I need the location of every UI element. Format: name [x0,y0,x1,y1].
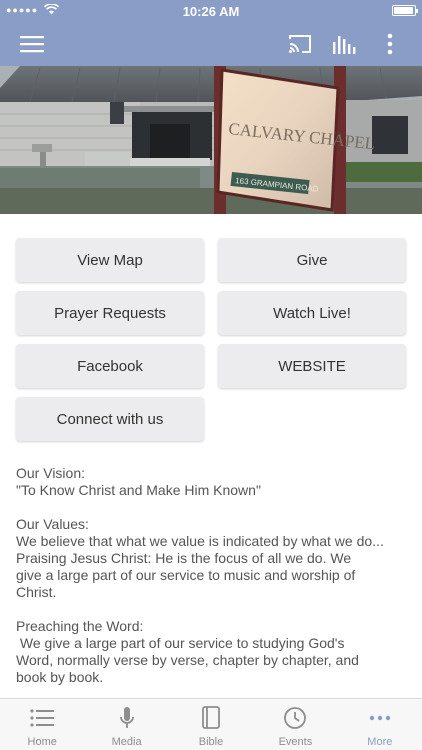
facebook-button[interactable]: Facebook [16,344,204,388]
vision-text: "To Know Christ and Make Him Known" [16,482,261,498]
microphone-icon [119,707,134,728]
view-map-button[interactable]: View Map [16,238,204,282]
list-icon [30,709,55,727]
tab-bible[interactable]: Bible [169,699,253,750]
preaching-line: We give a large part of our service to s… [16,635,345,651]
tab-label: Media [111,736,142,748]
church-photo: CALVARY CHAPEL 163 GRAMPIAN ROAD [0,66,422,214]
tab-bar: Home Media Bible Events More [0,698,422,750]
tab-more[interactable]: More [338,699,422,750]
cast-icon [289,35,311,53]
tab-label: Home [27,736,57,748]
give-button[interactable]: Give [218,238,406,282]
cast-button[interactable] [286,30,314,58]
website-button[interactable]: WEBSITE [218,344,406,388]
clock-icon [284,707,307,729]
values-line: give a large part of our service to musi… [16,567,356,583]
tab-label: More [367,736,393,748]
audio-bars-icon [333,36,356,54]
tab-label: Events [278,736,313,748]
more-vertical-icon [387,33,393,55]
battery-fill [394,7,413,14]
menu-icon [20,36,44,53]
about-text: Our Vision: "To Know Christ and Make Him… [16,465,410,686]
audio-button[interactable] [330,30,358,58]
book-icon [202,706,220,729]
more-horizontal-icon [369,715,391,721]
tab-media[interactable]: Media [84,699,168,750]
values-line: We believe that what we value is indicat… [16,533,384,549]
values-line: Praising Jesus Christ: He is the focus o… [16,550,352,566]
values-heading: Our Values: [16,516,89,532]
vision-heading: Our Vision: [16,465,85,481]
connect-button[interactable]: Connect with us [16,397,204,441]
tab-home[interactable]: Home [0,699,84,750]
battery-icon [392,5,418,16]
preaching-heading: Preaching the Word: [16,618,144,634]
prayer-requests-button[interactable]: Prayer Requests [16,291,204,335]
tab-label: Bible [198,736,224,748]
status-bar: ●●●●● 10:26 AM [0,0,422,22]
nav-bar [0,22,422,66]
menu-button[interactable] [18,30,46,58]
more-options-button[interactable] [376,30,404,58]
watch-live-button[interactable]: Watch Live! [218,291,406,335]
status-time: 10:26 AM [182,4,240,19]
preaching-line: book by book. [16,669,104,685]
tab-events[interactable]: Events [253,699,337,750]
hero-image: CALVARY CHAPEL 163 GRAMPIAN ROAD [0,66,422,214]
preaching-line: Word, normally verse by verse, chapter b… [16,652,359,668]
values-line: Christ. [16,584,57,600]
